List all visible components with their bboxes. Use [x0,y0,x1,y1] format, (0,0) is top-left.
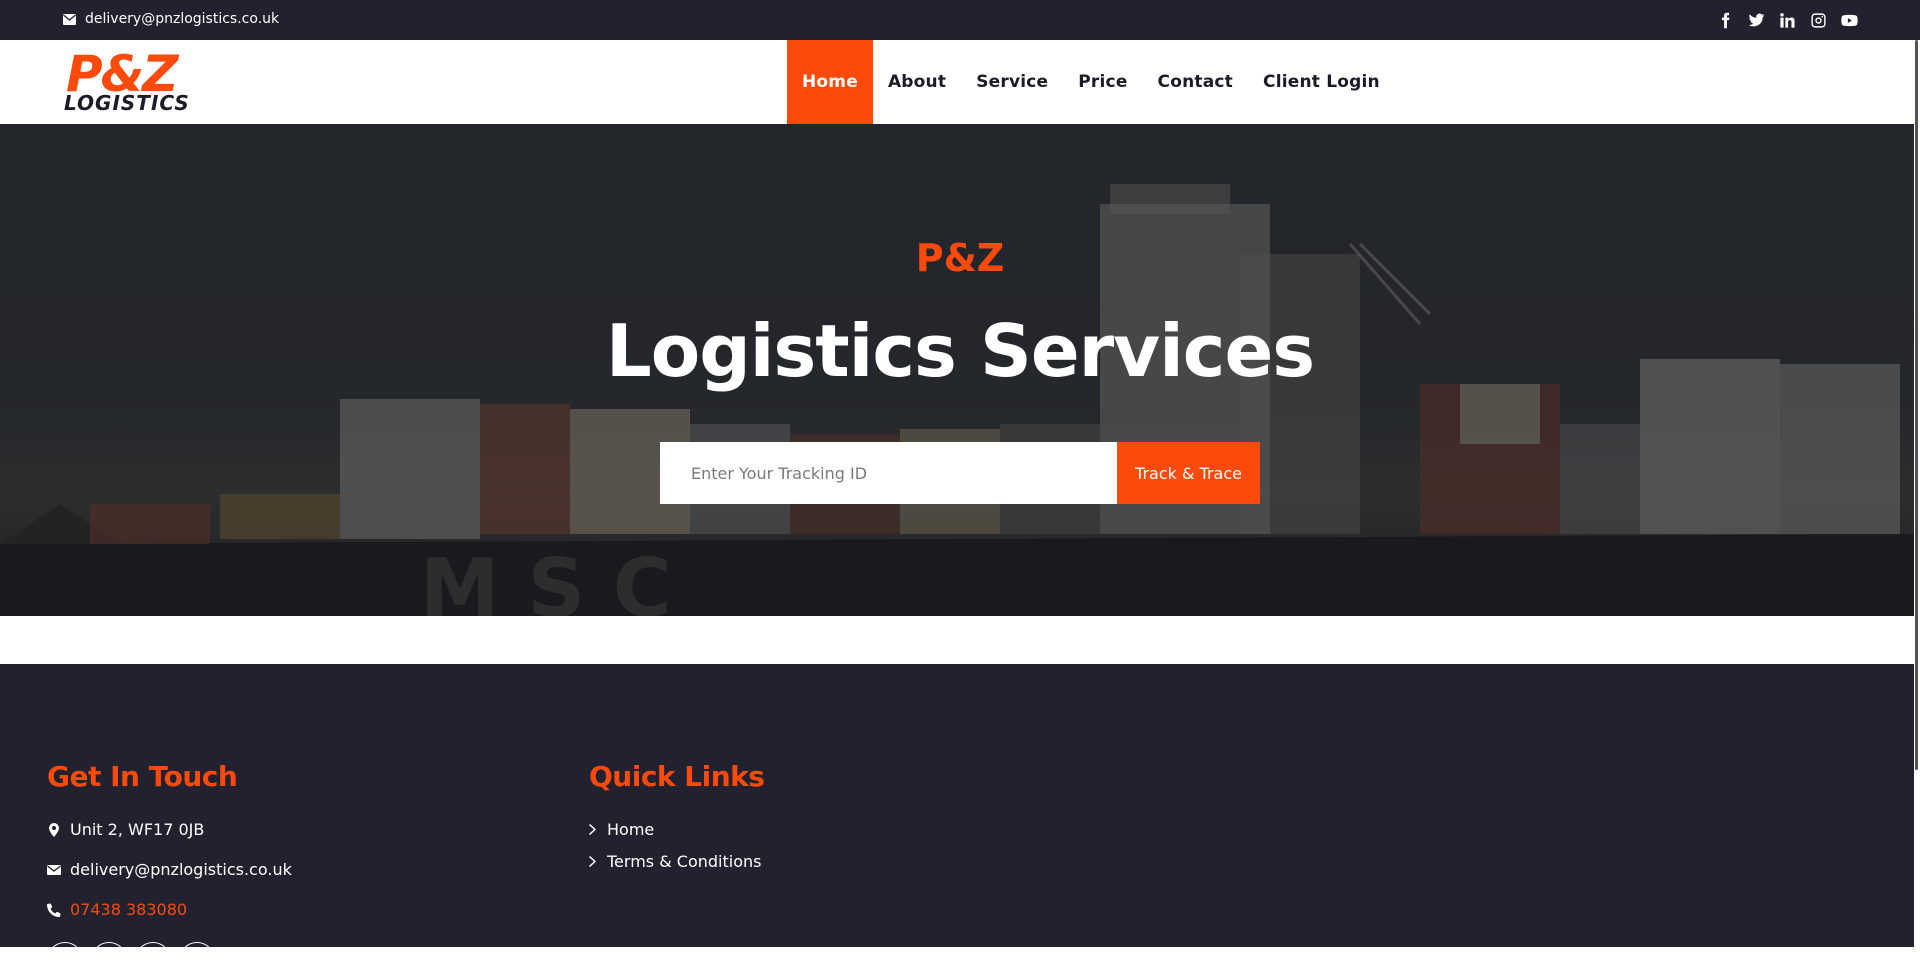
nav-service[interactable]: Service [961,40,1063,124]
footer-social-circles [47,942,215,978]
footer-address: Unit 2, WF17 0JB [47,820,204,839]
topbar-email[interactable]: delivery@pnzlogistics.co.uk [63,11,279,27]
hero-title: Logistics Services [605,309,1315,393]
nav-about[interactable]: About [873,40,961,124]
get-in-touch-heading: Get In Touch [47,760,238,793]
tracking-id-input[interactable] [660,442,1117,504]
quick-links-heading: Quick Links [589,760,765,793]
map-marker-icon [49,822,59,837]
footer-social-button[interactable] [179,942,215,978]
footer-social-button[interactable] [91,942,127,978]
site-footer: Get In Touch Unit 2, WF17 0JB delivery@p… [0,664,1920,978]
footer-email[interactable]: delivery@pnzlogistics.co.uk [47,860,292,879]
footer-phone[interactable]: 07438 383080 [47,900,187,919]
logo[interactable]: P&Z LOGISTICS [62,46,207,116]
topbar-email-text: delivery@pnzlogistics.co.uk [85,11,280,27]
logo-sub: LOGISTICS [64,91,190,115]
footer-phone-text: 07438 383080 [70,900,188,919]
nav-price[interactable]: Price [1063,40,1142,124]
top-bar: delivery@pnzlogistics.co.uk [0,0,1920,40]
twitter-icon[interactable] [1748,9,1765,31]
hero-section: M S C P&Z Logistics Services Track & Tra… [0,124,1920,616]
social-links [1717,9,1858,31]
quick-link-terms[interactable]: Terms & Conditions [589,852,761,871]
footer-address-text: Unit 2, WF17 0JB [70,820,205,839]
youtube-icon[interactable] [1841,9,1858,31]
footer-social-button[interactable] [135,942,171,978]
nav-home[interactable]: Home [787,40,873,124]
chevron-right-icon [589,856,596,867]
quick-link-home[interactable]: Home [589,820,654,839]
quick-link-label: Terms & Conditions [607,852,762,871]
facebook-icon[interactable] [1717,9,1734,31]
site-header: P&Z LOGISTICS Home About Service Price C… [0,40,1920,124]
envelope-icon [47,864,61,875]
nav-contact[interactable]: Contact [1143,40,1248,124]
phone-icon [47,902,61,917]
hero-brand: P&Z [915,236,1005,280]
linkedin-icon[interactable] [1779,9,1796,31]
scrollbar-thumb[interactable] [1915,40,1918,770]
page-scrollbar[interactable] [1914,40,1920,947]
track-and-trace-button[interactable]: Track & Trace [1117,442,1260,504]
quick-link-label: Home [607,820,655,839]
envelope-icon [63,13,76,25]
instagram-icon[interactable] [1810,9,1827,31]
chevron-right-icon [589,824,596,835]
footer-email-text: delivery@pnzlogistics.co.uk [70,860,292,879]
nav-client-login[interactable]: Client Login [1248,40,1395,124]
tracking-form: Track & Trace [660,442,1260,504]
main-nav: Home About Service Price Contact Client … [787,40,1395,124]
footer-social-button[interactable] [47,942,83,978]
